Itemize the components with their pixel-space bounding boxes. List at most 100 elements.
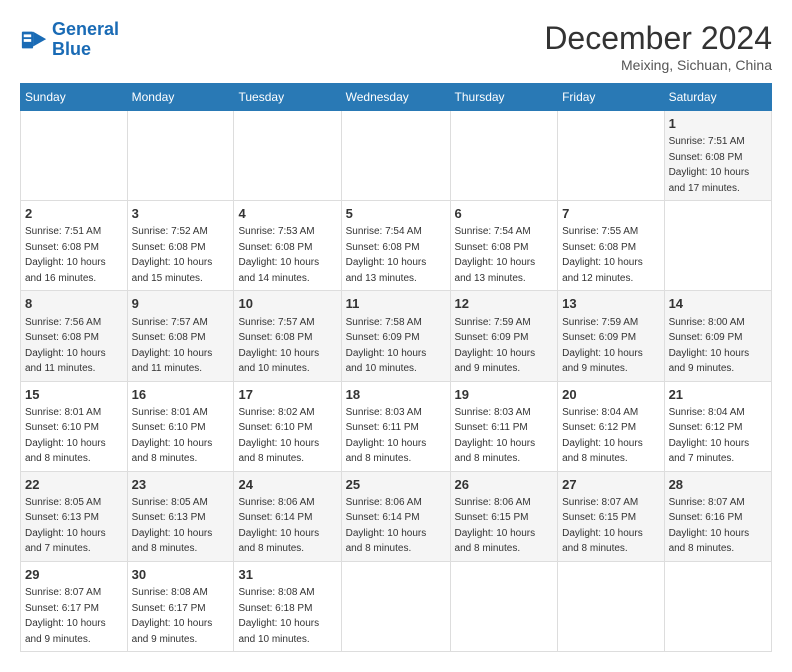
day-number: 19: [455, 386, 554, 404]
calendar-cell: 14 Sunrise: 8:00 AMSunset: 6:09 PMDayligh…: [664, 291, 771, 381]
day-info: Sunrise: 7:51 AMSunset: 6:08 PMDaylight:…: [669, 136, 750, 194]
day-number: 25: [346, 476, 446, 494]
calendar-cell: 23 Sunrise: 8:05 AMSunset: 6:13 PMDayligh…: [127, 471, 234, 561]
day-info: Sunrise: 7:58 AMSunset: 6:09 PMDaylight:…: [346, 317, 427, 375]
day-number: 23: [132, 476, 230, 494]
day-number: 21: [669, 386, 767, 404]
day-number: 18: [346, 386, 446, 404]
day-info: Sunrise: 8:05 AMSunset: 6:13 PMDaylight:…: [25, 497, 106, 555]
day-info: Sunrise: 8:07 AMSunset: 6:17 PMDaylight:…: [25, 587, 106, 645]
calendar-week-row: 8Sunrise: 7:56 AMSunset: 6:08 PMDaylight…: [21, 291, 772, 381]
day-info: Sunrise: 8:07 AMSunset: 6:15 PMDaylight:…: [562, 497, 643, 555]
header-monday: Monday: [127, 84, 234, 111]
day-number: 4: [238, 205, 336, 223]
day-number: 17: [238, 386, 336, 404]
calendar-week-row: 22 Sunrise: 8:05 AMSunset: 6:13 PMDayligh…: [21, 471, 772, 561]
logo-line2: Blue: [52, 39, 91, 59]
header-wednesday: Wednesday: [341, 84, 450, 111]
calendar-cell: 20 Sunrise: 8:04 AMSunset: 6:12 PMDayligh…: [558, 381, 664, 471]
day-number: 1: [669, 115, 767, 133]
day-info: Sunrise: 8:03 AMSunset: 6:11 PMDaylight:…: [346, 407, 427, 465]
day-number: 8: [25, 295, 123, 313]
calendar-cell: 13Sunrise: 7:59 AMSunset: 6:09 PMDayligh…: [558, 291, 664, 381]
day-number: 29: [25, 566, 123, 584]
calendar-cell: 12Sunrise: 7:59 AMSunset: 6:09 PMDayligh…: [450, 291, 558, 381]
logo-icon: [20, 26, 48, 54]
day-info: Sunrise: 8:01 AMSunset: 6:10 PMDaylight:…: [132, 407, 213, 465]
calendar-cell: 10Sunrise: 7:57 AMSunset: 6:08 PMDayligh…: [234, 291, 341, 381]
day-number: 2: [25, 205, 123, 223]
calendar-cell: 21 Sunrise: 8:04 AMSunset: 6:12 PMDayligh…: [664, 381, 771, 471]
day-info: Sunrise: 8:06 AMSunset: 6:15 PMDaylight:…: [455, 497, 536, 555]
calendar-cell: [558, 111, 664, 201]
calendar-cell: [664, 201, 771, 291]
header-friday: Friday: [558, 84, 664, 111]
day-number: 20: [562, 386, 659, 404]
day-number: 24: [238, 476, 336, 494]
calendar-cell: 17 Sunrise: 8:02 AMSunset: 6:10 PMDayligh…: [234, 381, 341, 471]
day-info: Sunrise: 7:53 AMSunset: 6:08 PMDaylight:…: [238, 226, 319, 284]
calendar-cell: [664, 561, 771, 651]
calendar-cell: 30 Sunrise: 8:08 AMSunset: 6:17 PMDayligh…: [127, 561, 234, 651]
day-number: 30: [132, 566, 230, 584]
day-info: Sunrise: 8:02 AMSunset: 6:10 PMDaylight:…: [238, 407, 319, 465]
calendar-cell: [558, 561, 664, 651]
day-info: Sunrise: 8:04 AMSunset: 6:12 PMDaylight:…: [669, 407, 750, 465]
calendar-cell: [450, 111, 558, 201]
day-number: 27: [562, 476, 659, 494]
day-number: 9: [132, 295, 230, 313]
calendar-cell: 4 Sunrise: 7:53 AMSunset: 6:08 PMDaylight…: [234, 201, 341, 291]
day-number: 7: [562, 205, 659, 223]
calendar-cell: 27 Sunrise: 8:07 AMSunset: 6:15 PMDayligh…: [558, 471, 664, 561]
day-info: Sunrise: 7:54 AMSunset: 6:08 PMDaylight:…: [346, 226, 427, 284]
header-sunday: Sunday: [21, 84, 128, 111]
calendar-week-row: 15 Sunrise: 8:01 AMSunset: 6:10 PMDayligh…: [21, 381, 772, 471]
day-number: 22: [25, 476, 123, 494]
calendar-week-row: 2Sunrise: 7:51 AMSunset: 6:08 PMDaylight…: [21, 201, 772, 291]
calendar-cell: 28 Sunrise: 8:07 AMSunset: 6:16 PMDayligh…: [664, 471, 771, 561]
calendar-cell: [341, 111, 450, 201]
calendar-cell: 24Sunrise: 8:06 AMSunset: 6:14 PMDayligh…: [234, 471, 341, 561]
month-year-title: December 2024: [544, 20, 772, 57]
calendar-cell: [341, 561, 450, 651]
day-number: 28: [669, 476, 767, 494]
day-info: Sunrise: 7:52 AMSunset: 6:08 PMDaylight:…: [132, 226, 213, 284]
calendar-cell: 29 Sunrise: 8:07 AMSunset: 6:17 PMDayligh…: [21, 561, 128, 651]
day-info: Sunrise: 8:06 AMSunset: 6:14 PMDaylight:…: [346, 497, 427, 555]
calendar-header-row: SundayMondayTuesdayWednesdayThursdayFrid…: [21, 84, 772, 111]
header-saturday: Saturday: [664, 84, 771, 111]
day-number: 11: [346, 295, 446, 313]
location-subtitle: Meixing, Sichuan, China: [544, 57, 772, 73]
day-info: Sunrise: 8:01 AMSunset: 6:10 PMDaylight:…: [25, 407, 106, 465]
calendar-cell: 25 Sunrise: 8:06 AMSunset: 6:14 PMDayligh…: [341, 471, 450, 561]
calendar-cell: 22 Sunrise: 8:05 AMSunset: 6:13 PMDayligh…: [21, 471, 128, 561]
day-info: Sunrise: 8:08 AMSunset: 6:17 PMDaylight:…: [132, 587, 213, 645]
calendar-cell: 3Sunrise: 7:52 AMSunset: 6:08 PMDaylight…: [127, 201, 234, 291]
calendar-cell: 7 Sunrise: 7:55 AMSunset: 6:08 PMDaylight…: [558, 201, 664, 291]
day-number: 13: [562, 295, 659, 313]
day-number: 16: [132, 386, 230, 404]
day-info: Sunrise: 8:00 AMSunset: 6:09 PMDaylight:…: [669, 317, 750, 375]
day-info: Sunrise: 7:59 AMSunset: 6:09 PMDaylight:…: [455, 317, 536, 375]
day-info: Sunrise: 7:55 AMSunset: 6:08 PMDaylight:…: [562, 226, 643, 284]
day-number: 15: [25, 386, 123, 404]
logo-line1: General: [52, 19, 119, 39]
calendar-cell: 19 Sunrise: 8:03 AMSunset: 6:11 PMDayligh…: [450, 381, 558, 471]
calendar-cell: 26 Sunrise: 8:06 AMSunset: 6:15 PMDayligh…: [450, 471, 558, 561]
day-number: 10: [238, 295, 336, 313]
calendar-cell: 11 Sunrise: 7:58 AMSunset: 6:09 PMDayligh…: [341, 291, 450, 381]
day-number: 5: [346, 205, 446, 223]
day-number: 26: [455, 476, 554, 494]
day-number: 14: [669, 295, 767, 313]
day-info: Sunrise: 8:03 AMSunset: 6:11 PMDaylight:…: [455, 407, 536, 465]
day-info: Sunrise: 8:05 AMSunset: 6:13 PMDaylight:…: [132, 497, 213, 555]
calendar-cell: 9 Sunrise: 7:57 AMSunset: 6:08 PMDaylight…: [127, 291, 234, 381]
day-info: Sunrise: 7:57 AMSunset: 6:08 PMDaylight:…: [132, 317, 213, 375]
calendar-cell: 31Sunrise: 8:08 AMSunset: 6:18 PMDayligh…: [234, 561, 341, 651]
title-block: December 2024 Meixing, Sichuan, China: [544, 20, 772, 73]
day-info: Sunrise: 8:04 AMSunset: 6:12 PMDaylight:…: [562, 407, 643, 465]
calendar-cell: [234, 111, 341, 201]
day-number: 31: [238, 566, 336, 584]
day-info: Sunrise: 8:07 AMSunset: 6:16 PMDaylight:…: [669, 497, 750, 555]
calendar-cell: 6Sunrise: 7:54 AMSunset: 6:08 PMDaylight…: [450, 201, 558, 291]
